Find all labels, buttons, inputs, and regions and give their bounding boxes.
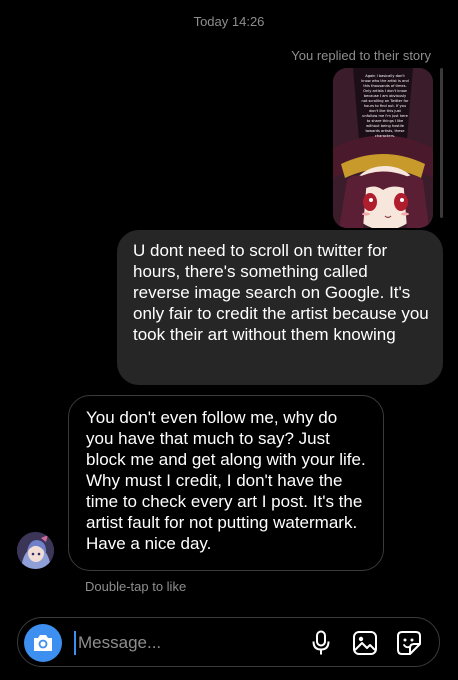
story-thumbnail[interactable]: Again I basically don't know who the art… — [333, 68, 433, 228]
message-composer — [17, 617, 440, 667]
story-reply-indicator — [440, 68, 443, 218]
sender-avatar[interactable] — [17, 532, 54, 569]
replied-to-story-label: You replied to their story — [291, 48, 431, 63]
received-message-bubble[interactable]: You don't even follow me, why do you hav… — [68, 395, 384, 571]
double-tap-hint: Double-tap to like — [85, 579, 187, 594]
camera-icon — [34, 635, 52, 651]
sticker-icon — [397, 631, 421, 655]
camera-button[interactable] — [24, 624, 62, 662]
microphone-icon — [312, 630, 330, 655]
gallery-button[interactable] — [352, 630, 378, 656]
story-overlay-text: Again I basically don't know who the art… — [361, 74, 409, 138]
microphone-button[interactable] — [308, 630, 334, 656]
sticker-button[interactable] — [396, 630, 422, 656]
gallery-icon — [353, 631, 377, 655]
message-input[interactable] — [78, 624, 288, 662]
sent-message-bubble[interactable]: U dont need to scroll on twitter for hou… — [117, 230, 443, 385]
text-caret — [74, 631, 76, 655]
conversation-timestamp: Today 14:26 — [193, 14, 265, 29]
